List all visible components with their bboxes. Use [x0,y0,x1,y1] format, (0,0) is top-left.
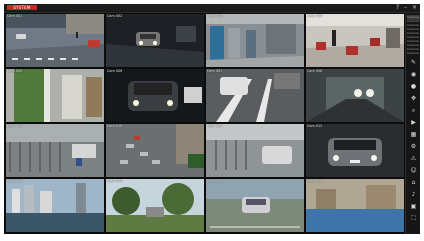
camera-list-item[interactable]: Camera 03 [407,24,420,27]
alarm-icon[interactable]: ⚠ [409,155,418,163]
camera-tile-gate[interactable]: Cam 011 [206,124,304,177]
camera-label: Cam 006 [107,69,123,73]
camera-list-item[interactable]: Camera 08 [407,44,420,47]
camera-label: Cam 003 [207,14,223,18]
camera-label: Cam 002 [107,14,123,18]
camera-label: Cam 007 [207,69,223,73]
fullscreen-icon[interactable]: ⛶ [409,215,418,223]
tunnel-scene [306,69,404,122]
doorway-scene [6,69,104,122]
user-icon[interactable]: ☺ [409,167,418,175]
camera-label: Cam 012 [307,124,323,128]
camera-label: Cam 005 [7,69,23,73]
camera-tile-carpark-lanes[interactable]: Cam 007 [206,69,304,122]
camera-label: Cam 010 [107,124,123,128]
app-logo: SYSTEM [7,5,37,10]
window-controls: ? – × [393,4,417,12]
entrance-car-scene [306,124,404,177]
camera-tile-traffic[interactable]: Cam 010 [106,124,204,177]
camera-list-item[interactable]: Camera 06 [407,36,420,39]
camera-grid: Cam 001 Cam 002 Cam 003 Cam 004 Cam 005 … [6,14,404,232]
camera-tile-park[interactable]: Cam 014 [106,179,204,232]
camera-list-item[interactable]: Camera 05 [407,32,420,35]
side-toolbar: Camera 01 Camera 02 Camera 03 Camera 04 … [405,13,420,234]
settings-icon[interactable]: ⚙ [409,143,418,151]
record-icon[interactable]: ● [409,83,418,91]
camera-tile-lobby[interactable]: Cam 004 [306,14,404,67]
gate-scene [206,124,304,177]
camera-tile-warehouse[interactable]: Cam 003 [206,14,304,67]
close-icon[interactable]: × [412,4,417,11]
street-scene [6,14,104,67]
carpark-lanes-scene [206,69,304,122]
camera-label: Cam 008 [307,69,323,73]
camera-label: Cam 011 [207,124,223,128]
lot-scene [206,179,304,232]
camera-label: Cam 015 [207,179,223,183]
snapshot-icon[interactable]: ▣ [409,203,418,211]
camera-tile-lot[interactable]: Cam 015 [206,179,304,232]
play-icon[interactable]: ▶ [409,119,418,127]
camera-tile-fence[interactable]: Cam 009 [6,124,104,177]
camera-tile-street[interactable]: Cam 001 [6,14,104,67]
camera-icon[interactable]: ◉ [409,71,418,79]
vms-window: SYSTEM ? – × Cam 001 Cam 002 Cam 003 Cam… [4,4,420,234]
camera-list-item[interactable]: Camera 07 [407,40,420,43]
fountain-scene [306,179,404,232]
camera-tile-fountain[interactable]: Cam 016 [306,179,404,232]
title-bar: SYSTEM ? – × [4,4,420,13]
camera-list-item[interactable]: Camera 09 [407,48,420,51]
warehouse-scene [206,14,304,67]
parking-night-scene [106,69,204,122]
ptz-icon[interactable]: ✥ [409,95,418,103]
garage-scene [106,14,204,67]
camera-list-item[interactable]: Camera 10 [407,52,420,55]
camera-label: Cam 016 [307,179,323,183]
camera-tile-parking-night[interactable]: Cam 006 [106,69,204,122]
pencil-icon[interactable]: ✎ [409,59,418,67]
camera-label: Cam 009 [7,124,23,128]
waterfront-scene [6,179,104,232]
camera-label: Cam 001 [7,14,23,18]
map-icon[interactable]: ⌂ [409,179,418,187]
camera-tile-tunnel[interactable]: Cam 008 [306,69,404,122]
traffic-scene [106,124,204,177]
camera-tile-garage[interactable]: Cam 002 [106,14,204,67]
lobby-scene [306,14,404,67]
help-icon[interactable]: ? [396,4,399,11]
camera-list-item[interactable]: Camera 04 [407,28,420,31]
layout-icon[interactable]: ▦ [409,131,418,139]
camera-list-item[interactable]: Camera 01 [407,16,420,19]
park-scene [106,179,204,232]
camera-list-item[interactable]: Camera 02 [407,20,420,23]
camera-label: Cam 004 [307,14,323,18]
fence-scene [6,124,104,177]
search-icon[interactable]: ⌕ [409,107,418,115]
camera-tile-waterfront[interactable]: Cam 013 [6,179,104,232]
audio-icon[interactable]: ♪ [409,191,418,199]
minimize-icon[interactable]: – [404,4,407,11]
camera-label: Cam 014 [107,179,123,183]
camera-label: Cam 013 [7,179,23,183]
camera-tile-entrance-car[interactable]: Cam 012 [306,124,404,177]
camera-tile-doorway[interactable]: Cam 005 [6,69,104,122]
